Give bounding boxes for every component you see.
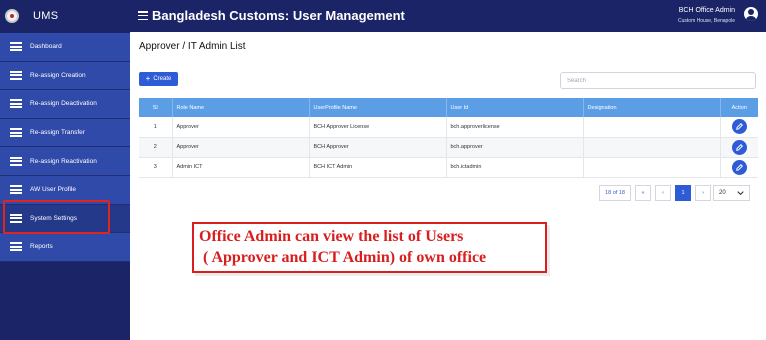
pencil-icon xyxy=(735,163,743,171)
annotation-line-2: ( Approver and ICT Admin) of own office xyxy=(199,249,487,266)
cell-user-id: bch.approver xyxy=(446,137,584,158)
page-size-value: 20 xyxy=(719,190,726,196)
column-header-user-id[interactable]: User Id xyxy=(446,98,584,117)
brand-name: UMS xyxy=(33,10,59,22)
cell-designation xyxy=(583,157,721,178)
edit-button[interactable] xyxy=(731,139,747,155)
list-icon xyxy=(10,242,22,252)
cell-action xyxy=(720,137,758,158)
cell-userprofile-name: BCH Approver License xyxy=(309,117,447,138)
current-page-button[interactable]: 1 xyxy=(675,185,691,201)
column-header-role-name[interactable]: Role Name xyxy=(172,98,310,117)
cell-user-id: bch.ictadmin xyxy=(446,157,584,178)
page-size-select[interactable]: 20 xyxy=(713,185,750,201)
page-title: Approver / IT Admin List xyxy=(139,41,246,52)
sidebar-item-label: Re-assign Creation xyxy=(30,71,86,79)
list-icon xyxy=(10,70,22,80)
bangladesh-customs-logo xyxy=(5,9,19,23)
table-row: 2 Approver BCH Approver bch.approver xyxy=(139,137,758,158)
first-page-button[interactable]: « xyxy=(635,185,651,201)
sidebar-item-reassign-creation[interactable]: Re-assign Creation xyxy=(0,61,130,91)
annotation-box: Office Admin can view the list of Users … xyxy=(192,222,547,273)
cell-sl: 3 xyxy=(139,157,173,178)
pencil-icon xyxy=(735,143,743,151)
annotation-line-1: Office Admin can view the list of Users xyxy=(199,228,464,245)
list-icon xyxy=(10,42,22,52)
hamburger-menu-icon[interactable] xyxy=(138,11,148,20)
cell-userprofile-name: BCH Approver xyxy=(309,137,447,158)
list-icon xyxy=(10,185,22,195)
search-input[interactable] xyxy=(560,72,756,89)
plus-icon: + xyxy=(145,74,151,83)
list-icon xyxy=(10,99,22,109)
top-header: Bangladesh Customs: User Management BCH … xyxy=(130,0,766,32)
table-row: 1 Approver BCH Approver License bch.appr… xyxy=(139,117,758,138)
sidebar-item-label: Re-assign Deactivation xyxy=(30,100,97,108)
cell-role-name: Approver xyxy=(172,117,310,138)
sidebar-item-reports[interactable]: Reports xyxy=(0,233,130,262)
pagination-info: 18 of 18 xyxy=(599,185,631,201)
column-header-action: Action xyxy=(720,98,758,117)
cell-designation xyxy=(583,117,721,138)
list-icon xyxy=(10,128,22,138)
app-title: Bangladesh Customs: User Management xyxy=(152,8,405,23)
user-office: Custom House, Benapole xyxy=(678,18,735,24)
edit-button[interactable] xyxy=(731,119,747,135)
sidebar-item-reassign-reactivation[interactable]: Re-assign Reactivation xyxy=(0,147,130,176)
brand[interactable]: UMS xyxy=(0,0,130,32)
previous-page-button[interactable]: ‹ xyxy=(655,185,671,201)
list-icon xyxy=(10,156,22,166)
cell-action xyxy=(720,117,758,138)
table-header-row: Sl Role Name UserProfile Name User Id De… xyxy=(139,98,758,117)
next-page-button[interactable]: › xyxy=(695,185,711,201)
sidebar-item-label: Re-assign Reactivation xyxy=(30,157,97,165)
edit-button[interactable] xyxy=(731,159,747,175)
cell-sl: 2 xyxy=(139,137,173,158)
column-header-sl[interactable]: Sl xyxy=(139,98,173,117)
chevron-down-icon xyxy=(737,191,744,196)
cell-action xyxy=(720,157,758,178)
cell-role-name: Approver xyxy=(172,137,310,158)
create-button-label: Create xyxy=(153,76,172,82)
user-name: BCH Office Admin xyxy=(678,7,735,14)
cell-userprofile-name: BCH ICT Admin xyxy=(309,157,447,178)
sidebar: UMS Dashboard Re-assign Creation Re-assi… xyxy=(0,0,130,340)
column-header-userprofile-name[interactable]: UserProfile Name xyxy=(309,98,447,117)
sidebar-item-reassign-deactivation[interactable]: Re-assign Deactivation xyxy=(0,90,130,119)
sidebar-item-label: AW User Profile xyxy=(30,186,76,194)
sidebar-item-reassign-transfer[interactable]: Re-assign Transfer xyxy=(0,118,130,148)
pencil-icon xyxy=(735,123,743,131)
cell-designation xyxy=(583,137,721,158)
cell-sl: 1 xyxy=(139,117,173,138)
column-header-designation[interactable]: Designation xyxy=(583,98,721,117)
cell-user-id: bch.approverlicense xyxy=(446,117,584,138)
table-row: 3 Admin ICT BCH ICT Admin bch.ictadmin xyxy=(139,157,758,178)
sidebar-item-label: Reports xyxy=(30,243,53,251)
sidebar-item-dashboard[interactable]: Dashboard xyxy=(0,33,130,62)
create-button[interactable]: + Create xyxy=(139,72,178,86)
system-settings-highlight xyxy=(3,200,110,234)
sidebar-item-label: Dashboard xyxy=(30,43,62,51)
cell-role-name: Admin ICT xyxy=(172,157,310,178)
user-avatar-icon[interactable] xyxy=(744,7,758,21)
approver-table: Sl Role Name UserProfile Name User Id De… xyxy=(139,98,758,178)
sidebar-item-label: Re-assign Transfer xyxy=(30,129,85,137)
